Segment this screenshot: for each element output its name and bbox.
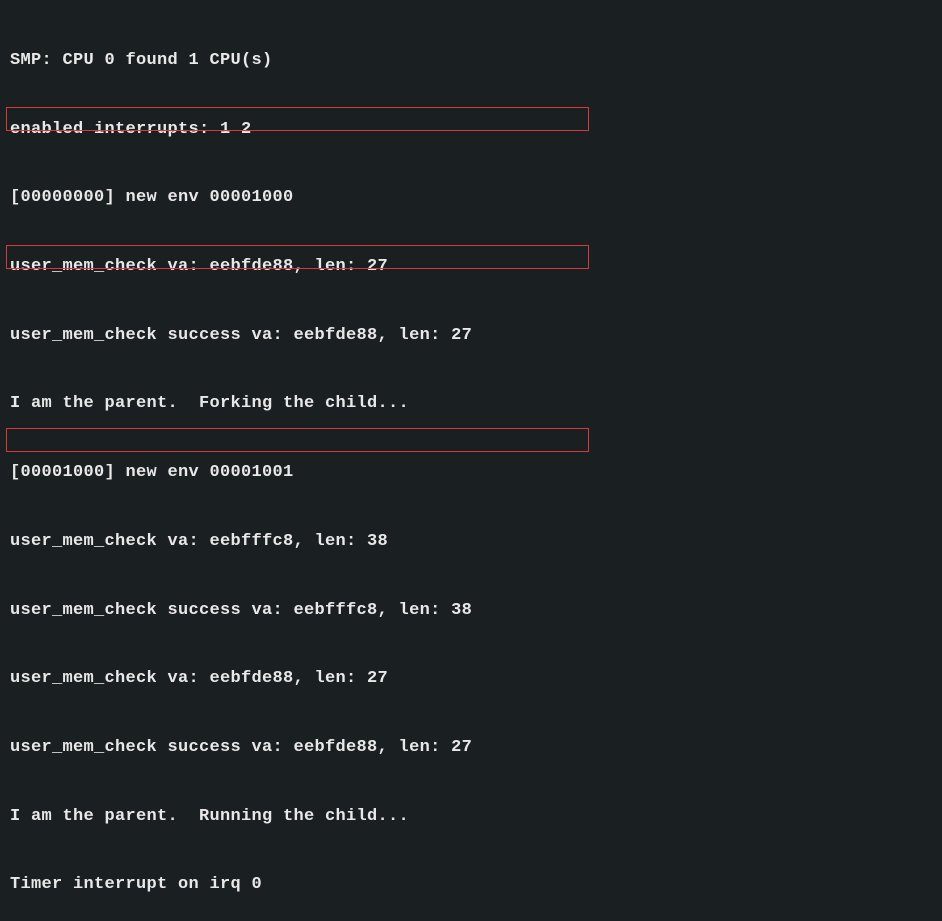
- terminal-line: user_mem_check success va: eebfde88, len…: [10, 325, 932, 348]
- terminal-output: SMP: CPU 0 found 1 CPU(s) enabled interr…: [0, 0, 942, 921]
- terminal-line: user_mem_check va: eebfde88, len: 27: [10, 256, 932, 279]
- terminal-line: user_mem_check va: eebfffc8, len: 38: [10, 531, 932, 554]
- terminal-line: I am the parent. Running the child...: [10, 806, 932, 829]
- terminal-line: user_mem_check va: eebfde88, len: 27: [10, 668, 932, 691]
- terminal-line: I am the parent. Forking the child...: [10, 393, 932, 416]
- terminal-line: SMP: CPU 0 found 1 CPU(s): [10, 50, 932, 73]
- terminal-line: [00000000] new env 00001000: [10, 187, 932, 210]
- terminal-line: enabled interrupts: 1 2: [10, 119, 932, 142]
- terminal-line: user_mem_check success va: eebfffc8, len…: [10, 600, 932, 623]
- highlight-box: [6, 428, 589, 452]
- terminal-line: Timer interrupt on irq 0: [10, 874, 932, 897]
- terminal-line: [00001000] new env 00001001: [10, 462, 932, 485]
- terminal-line: user_mem_check success va: eebfde88, len…: [10, 737, 932, 760]
